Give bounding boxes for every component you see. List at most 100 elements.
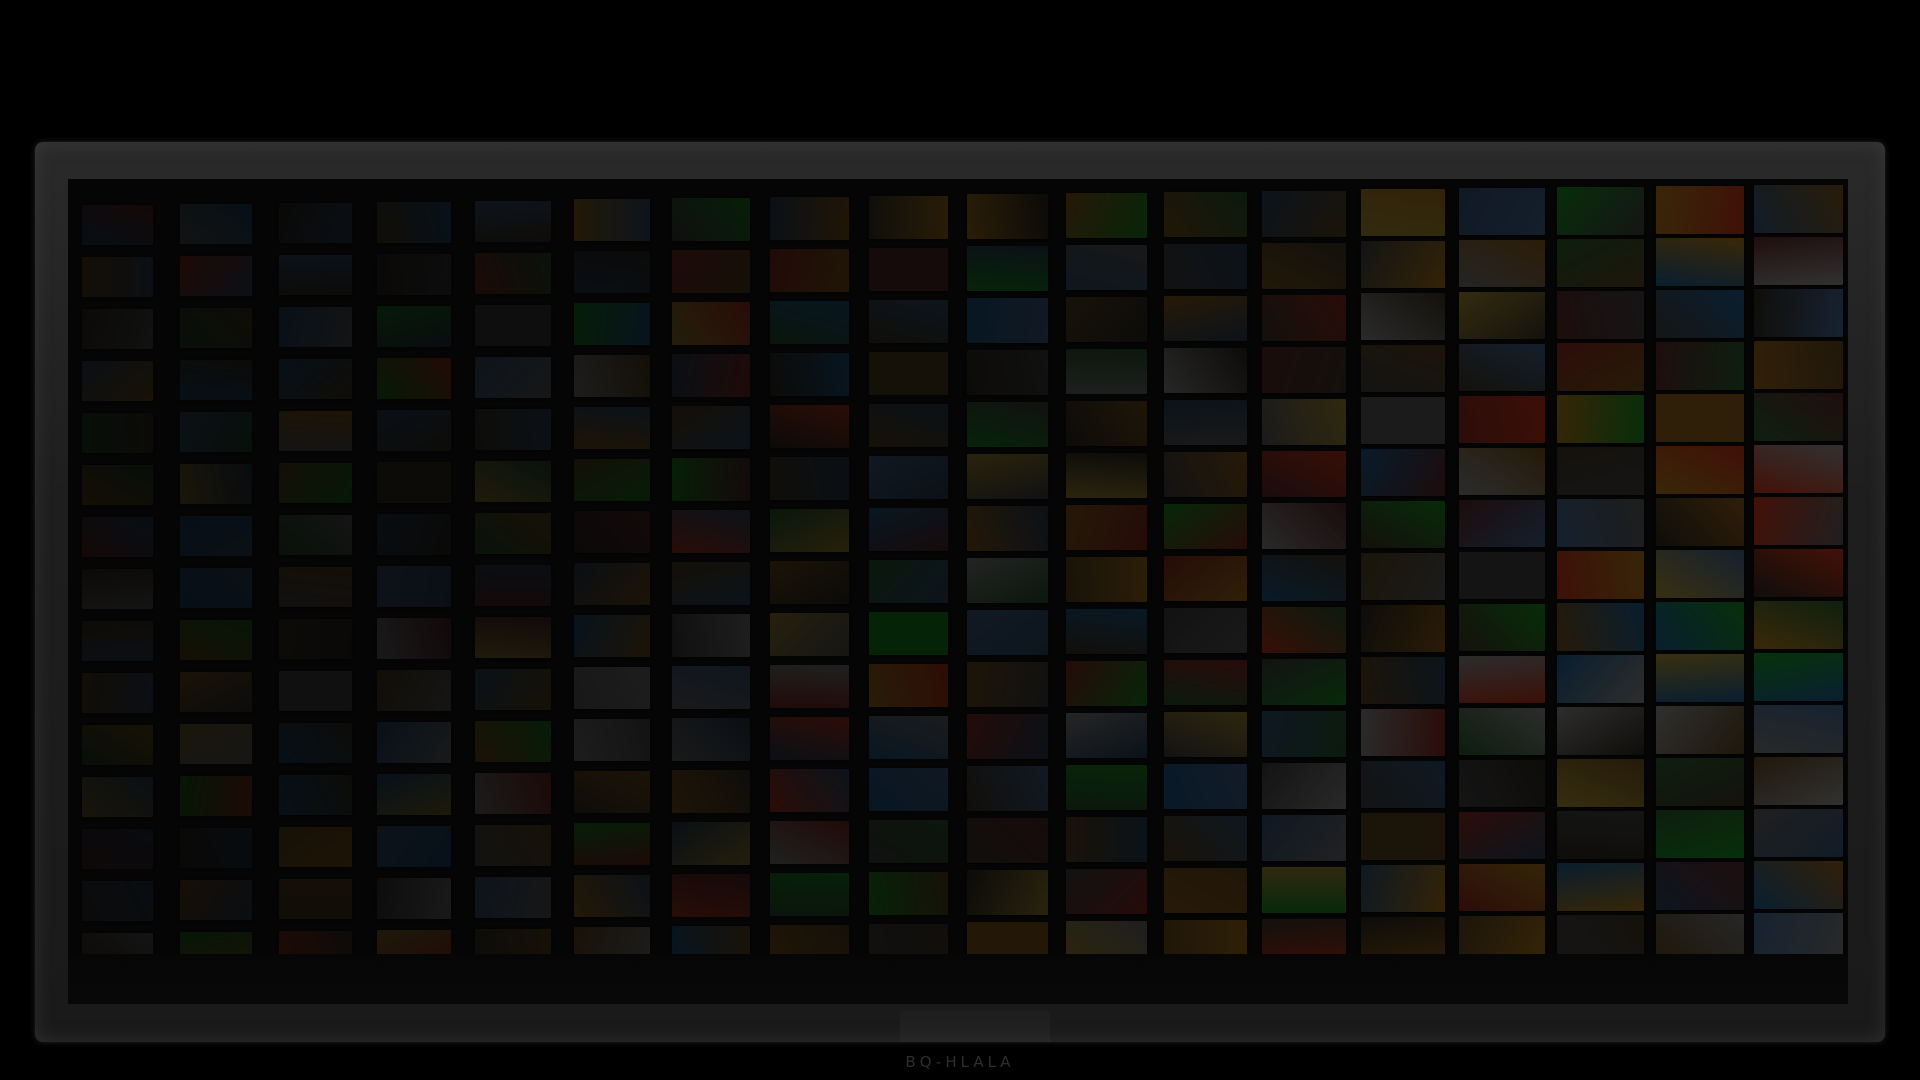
- video-tile: [868, 299, 949, 344]
- video-tile: [1262, 658, 1346, 705]
- video-tile: [1262, 398, 1346, 445]
- video-tile: [1459, 188, 1545, 236]
- video-tile: [1262, 606, 1346, 653]
- video-tile: [672, 302, 750, 345]
- video-tile: [376, 409, 452, 451]
- video-tile: [475, 408, 551, 450]
- video-tile: [1557, 603, 1645, 651]
- video-tile: [1459, 448, 1545, 496]
- video-tile: [1754, 496, 1844, 546]
- video-tile: [1163, 815, 1247, 862]
- video-tile: [967, 558, 1048, 603]
- video-tile: [475, 668, 551, 710]
- video-tile: [81, 569, 153, 609]
- video-tile: [573, 875, 651, 918]
- video-tile: [868, 455, 949, 500]
- video-tile: [1065, 713, 1148, 758]
- video-tile: [868, 507, 949, 552]
- video-tile: [967, 402, 1048, 447]
- video-tile: [1655, 289, 1744, 339]
- video-tile: [81, 777, 153, 817]
- video-tile: [376, 461, 452, 503]
- video-tile: [180, 360, 253, 400]
- video-tile: [1754, 704, 1844, 754]
- video-tile: [868, 715, 949, 760]
- video-tile: [868, 767, 949, 812]
- video-tile: [475, 304, 551, 346]
- video-tile: [475, 200, 551, 242]
- video-tile: [81, 465, 153, 505]
- video-tile: [278, 827, 352, 868]
- video-tile: [475, 772, 551, 814]
- video-tile: [1360, 761, 1446, 808]
- video-tile: [1262, 242, 1346, 289]
- video-tile: [868, 403, 949, 448]
- video-tile: [1360, 813, 1446, 860]
- video-tile: [1262, 554, 1346, 601]
- video-tile: [770, 664, 849, 708]
- video-tile: [672, 718, 750, 761]
- video-tile: [770, 508, 849, 552]
- video-tile: [1557, 343, 1645, 391]
- video-tile: [376, 565, 452, 607]
- video-tile: [180, 412, 253, 452]
- video-tile: [770, 768, 849, 812]
- video-tile: [1754, 548, 1844, 598]
- video-tile: [1360, 865, 1446, 912]
- monitor-stand: [900, 1010, 1050, 1042]
- video-tile: [1163, 399, 1247, 446]
- video-tile: [770, 248, 849, 292]
- video-tile: [81, 673, 153, 713]
- video-tile: [1163, 347, 1247, 394]
- video-tile: [1557, 499, 1645, 547]
- video-tile: [967, 662, 1048, 707]
- video-tile: [1065, 297, 1148, 342]
- video-tile: [1065, 401, 1148, 446]
- video-tile: [1557, 707, 1645, 755]
- video-tile: [1163, 659, 1247, 706]
- video-tile: [1459, 708, 1545, 756]
- video-tile: [573, 719, 651, 762]
- video-tile: [672, 198, 750, 241]
- video-tile: [278, 879, 352, 920]
- video-tile: [81, 621, 153, 661]
- video-tile: [278, 515, 352, 556]
- video-tile: [81, 829, 153, 869]
- video-tile: [1163, 451, 1247, 498]
- video-tile: [376, 513, 452, 555]
- video-tile: [1459, 344, 1545, 392]
- video-tile: [1065, 869, 1148, 914]
- video-tile: [770, 560, 849, 604]
- video-tile: [672, 354, 750, 397]
- video-tile: [278, 359, 352, 400]
- video-tile: [81, 725, 153, 765]
- video-tile: [573, 667, 651, 710]
- video-tile: [475, 720, 551, 762]
- video-tile: [672, 614, 750, 657]
- video-tile: [1065, 557, 1148, 602]
- video-tile: [1655, 445, 1744, 495]
- video-tile: [770, 456, 849, 500]
- video-tile: [1065, 609, 1148, 654]
- video-tile: [1557, 655, 1645, 703]
- video-tile: [770, 820, 849, 864]
- video-tile: [180, 828, 253, 868]
- video-tile: [1360, 189, 1446, 236]
- video-tile: [672, 250, 750, 293]
- video-tile: [180, 204, 253, 244]
- video-tile: [1557, 863, 1645, 911]
- video-tile: [1360, 657, 1446, 704]
- video-tile: [770, 196, 849, 240]
- video-tile: [1163, 607, 1247, 654]
- video-tile: [1557, 759, 1645, 807]
- video-tile: [81, 309, 153, 349]
- video-tile: [672, 458, 750, 501]
- video-tile: [967, 298, 1048, 343]
- video-tile: [1655, 237, 1744, 287]
- video-wall-image: [68, 179, 1848, 973]
- video-tile: [672, 666, 750, 709]
- video-tile: [1557, 395, 1645, 443]
- video-tile: [1754, 756, 1844, 806]
- video-tile: [868, 663, 949, 708]
- video-tile: [770, 716, 849, 760]
